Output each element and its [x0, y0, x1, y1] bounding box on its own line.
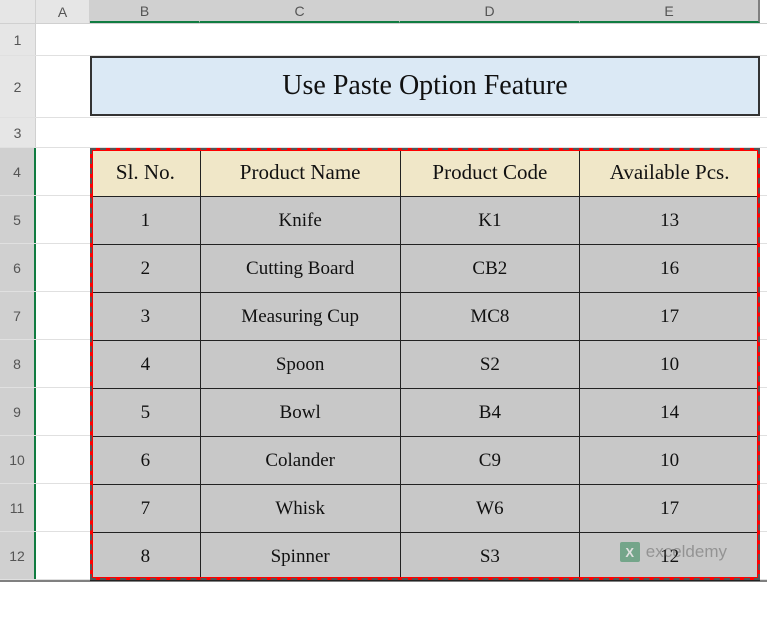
row-header-7[interactable]: 7 [0, 292, 36, 339]
row-header-6[interactable]: 6 [0, 244, 36, 291]
table-row: 3Measuring CupMC817 [91, 293, 760, 341]
cell-code[interactable]: W6 [400, 485, 580, 533]
column-headers: A B C D E [0, 0, 767, 24]
cell-sl[interactable]: 1 [91, 197, 201, 245]
cell-name[interactable]: Knife [200, 197, 400, 245]
cell-sl[interactable]: 6 [91, 437, 201, 485]
cell-code[interactable]: K1 [400, 197, 580, 245]
table-row: 1KnifeK113 [91, 197, 760, 245]
header-sl[interactable]: Sl. No. [91, 149, 201, 197]
cell-pcs[interactable]: 13 [580, 197, 760, 245]
excel-icon: X [620, 542, 640, 562]
col-header-D[interactable]: D [400, 0, 580, 23]
cell-name[interactable]: Whisk [200, 485, 400, 533]
row-header-1[interactable]: 1 [0, 24, 36, 55]
cell-pcs[interactable]: 10 [580, 437, 760, 485]
col-header-B[interactable]: B [90, 0, 200, 23]
table-header-row: Sl. No. Product Name Product Code Availa… [91, 149, 760, 197]
watermark: X exceldemy [620, 542, 727, 562]
data-table: Sl. No. Product Name Product Code Availa… [90, 148, 760, 581]
header-pcs[interactable]: Available Pcs. [580, 149, 760, 197]
row-header-9[interactable]: 9 [0, 388, 36, 435]
cell-code[interactable]: C9 [400, 437, 580, 485]
cell-name[interactable]: Measuring Cup [200, 293, 400, 341]
table-row: 2Cutting BoardCB216 [91, 245, 760, 293]
table-row: 7WhiskW617 [91, 485, 760, 533]
col-header-C[interactable]: C [200, 0, 400, 23]
cell-code[interactable]: B4 [400, 389, 580, 437]
col-header-E[interactable]: E [580, 0, 760, 23]
spreadsheet: A B C D E 1 2 3 4 5 6 7 8 9 10 11 12 Use… [0, 0, 767, 580]
cell-sl[interactable]: 2 [91, 245, 201, 293]
row-header-12[interactable]: 12 [0, 532, 36, 579]
cell-pcs[interactable]: 14 [580, 389, 760, 437]
cell-pcs[interactable]: 17 [580, 293, 760, 341]
row-header-8[interactable]: 8 [0, 340, 36, 387]
cell-sl[interactable]: 3 [91, 293, 201, 341]
header-name[interactable]: Product Name [200, 149, 400, 197]
row-header-2[interactable]: 2 [0, 56, 36, 117]
cell-code[interactable]: S2 [400, 341, 580, 389]
cell-name[interactable]: Spoon [200, 341, 400, 389]
cell-code[interactable]: CB2 [400, 245, 580, 293]
select-all-corner[interactable] [0, 0, 36, 23]
cell-code[interactable]: S3 [400, 533, 580, 581]
row-header-3[interactable]: 3 [0, 118, 36, 147]
row-header-5[interactable]: 5 [0, 196, 36, 243]
row-header-11[interactable]: 11 [0, 484, 36, 531]
table-row: 5BowlB414 [91, 389, 760, 437]
page-title[interactable]: Use Paste Option Feature [90, 56, 760, 116]
cell-sl[interactable]: 4 [91, 341, 201, 389]
cell-name[interactable]: Cutting Board [200, 245, 400, 293]
watermark-text: exceldemy [646, 542, 727, 562]
cell-sl[interactable]: 5 [91, 389, 201, 437]
cell-sl[interactable]: 8 [91, 533, 201, 581]
cell-name[interactable]: Bowl [200, 389, 400, 437]
cell-sl[interactable]: 7 [91, 485, 201, 533]
table-row: 6ColanderC910 [91, 437, 760, 485]
cell-pcs[interactable]: 10 [580, 341, 760, 389]
table-row: 4SpoonS210 [91, 341, 760, 389]
cell-name[interactable]: Spinner [200, 533, 400, 581]
cell-pcs[interactable]: 16 [580, 245, 760, 293]
header-code[interactable]: Product Code [400, 149, 580, 197]
col-header-A[interactable]: A [36, 0, 90, 23]
row-header-10[interactable]: 10 [0, 436, 36, 483]
cell-name[interactable]: Colander [200, 437, 400, 485]
cell-pcs[interactable]: 17 [580, 485, 760, 533]
row-header-4[interactable]: 4 [0, 148, 36, 195]
cell-code[interactable]: MC8 [400, 293, 580, 341]
